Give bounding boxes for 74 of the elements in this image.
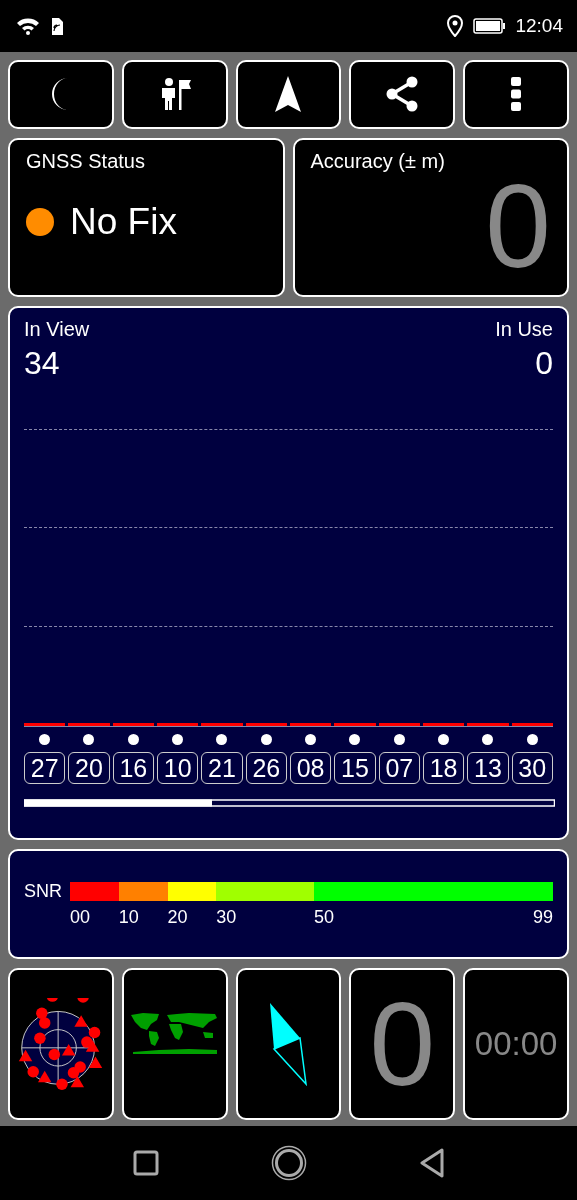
signal-bar — [334, 722, 376, 726]
satellite-id: 18 — [422, 751, 465, 784]
satellite-id: 08 — [289, 751, 332, 784]
satellite-dot — [482, 733, 494, 745]
in-view-count: 34 — [24, 344, 60, 382]
snr-tick-label: 50 — [313, 906, 334, 928]
timer-value: 00:00 — [474, 1024, 558, 1063]
share-button[interactable] — [349, 59, 456, 129]
back-icon[interactable] — [418, 1147, 445, 1178]
text-tile[interactable]: 0 — [349, 967, 456, 1120]
signal-bar — [467, 722, 509, 726]
signal-bar — [112, 722, 154, 726]
navigation-arrow-icon — [273, 75, 304, 114]
satellite-id: 21 — [201, 751, 243, 784]
accuracy-value: 0 — [485, 166, 551, 285]
snr-tick-label: 99 — [532, 906, 553, 928]
battery-icon — [473, 17, 506, 34]
timer-tile[interactable]: 00:00 — [463, 967, 569, 1120]
satellite-dot — [393, 733, 405, 745]
satellite-dot — [216, 733, 228, 745]
snr-tick-label: 30 — [216, 906, 237, 928]
satellite-id: 10 — [157, 751, 199, 784]
home-icon[interactable] — [270, 1144, 307, 1181]
signal-bar — [24, 722, 66, 726]
compass-needle-icon — [268, 1001, 309, 1086]
signal-bar — [289, 722, 332, 726]
snr-tick-label: 10 — [118, 906, 139, 928]
signal-bar — [201, 722, 243, 726]
signal-bar — [68, 722, 110, 726]
location-pin-icon — [447, 14, 464, 37]
snr-label: SNR — [24, 880, 62, 902]
satellite-dot — [305, 733, 317, 745]
satellite-id: 20 — [68, 751, 110, 784]
clock-time: 12:04 — [515, 14, 563, 37]
accuracy-title: Accuracy (± m) — [310, 149, 446, 173]
in-use-count: 0 — [535, 344, 553, 382]
satellite-dot — [172, 733, 184, 745]
signal-bar — [511, 722, 553, 726]
satellite-id: 13 — [467, 751, 509, 784]
gnss-status-title: GNSS Status — [26, 149, 146, 173]
satellite-id: 27 — [24, 751, 66, 784]
satellite-dot — [83, 733, 95, 745]
satellite-dot — [526, 733, 538, 745]
sim-card-icon — [50, 15, 64, 36]
signal-bar — [422, 722, 465, 726]
moon-button[interactable] — [8, 59, 114, 129]
flag-button[interactable] — [121, 59, 228, 129]
menu-button[interactable] — [463, 59, 569, 129]
worldmap-tile[interactable] — [121, 967, 228, 1120]
compass-tile[interactable] — [235, 967, 342, 1120]
signal-bar — [245, 722, 287, 726]
signal-bar — [378, 722, 420, 726]
satellite-id: 26 — [245, 751, 287, 784]
share-icon — [385, 76, 420, 113]
satellite-id: 07 — [378, 751, 420, 784]
snr-tick-label: 20 — [167, 906, 188, 928]
satellite-dot — [260, 733, 272, 745]
recent-apps-icon[interactable] — [132, 1149, 159, 1176]
more-icon — [511, 77, 522, 112]
snr-tick-label: 00 — [70, 906, 91, 928]
skyplot-tile[interactable] — [8, 967, 114, 1120]
in-view-label: In View — [24, 317, 90, 341]
navigate-button[interactable] — [235, 59, 342, 129]
satellite-id: 30 — [511, 751, 553, 784]
fix-status: No Fix — [70, 200, 177, 243]
satellite-dot — [349, 733, 361, 745]
in-use-label: In Use — [495, 317, 553, 341]
signal-bar — [157, 722, 199, 726]
satellite-dot — [438, 733, 450, 745]
satellite-id: 15 — [334, 751, 376, 784]
satellite-dot — [127, 733, 139, 745]
satellite-dot — [39, 733, 51, 745]
count-value: 0 — [369, 976, 436, 1112]
satellite-id: 16 — [112, 751, 154, 784]
